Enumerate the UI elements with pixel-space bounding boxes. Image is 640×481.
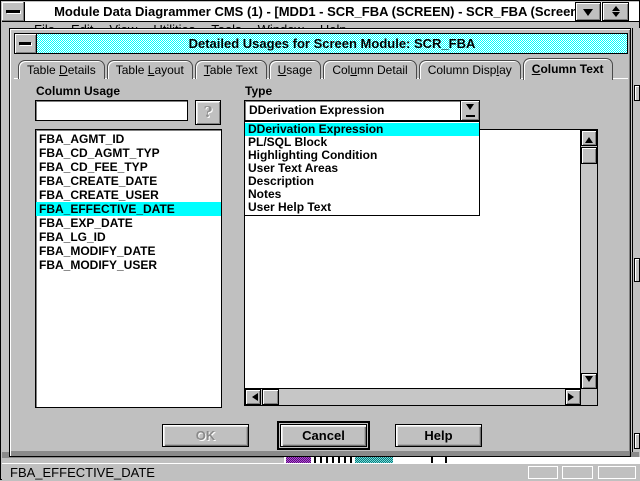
dialog-title: Detailed Usages for Screen Module: SCR_F…: [37, 34, 627, 53]
scroll-down-button[interactable]: [581, 373, 597, 389]
list-item[interactable]: FBA_CD_AGMT_TYP: [36, 146, 221, 160]
cancel-button[interactable]: Cancel: [280, 424, 367, 447]
list-item[interactable]: FBA_CD_FEE_TYP: [36, 160, 221, 174]
list-item[interactable]: FBA_MODIFY_USER: [36, 258, 221, 272]
restore-button[interactable]: [602, 2, 629, 21]
type-combobox[interactable]: DDerivation Expression: [244, 100, 480, 121]
tab[interactable]: Usage: [269, 60, 322, 79]
statusbar-panel: [598, 466, 636, 479]
app-title: Module Data Diagrammer CMS (1) - [MDD1 -…: [2, 2, 639, 22]
triangle-down-icon: [583, 9, 593, 21]
list-item[interactable]: FBA_LG_ID: [36, 230, 221, 244]
arrow-down-icon: [585, 376, 593, 386]
lookup-button[interactable]: ?: [195, 100, 221, 125]
triangle-down-icon: [612, 12, 620, 21]
dropdown-option[interactable]: User Help Text: [245, 201, 479, 214]
help-button[interactable]: Help: [395, 424, 482, 447]
dropdown-arrow-icon: [466, 104, 474, 114]
minimize-button[interactable]: [575, 2, 601, 21]
scroll-up-button[interactable]: [581, 130, 597, 146]
arrow-right-icon: [568, 393, 578, 401]
list-item[interactable]: FBA_EFFECTIVE_DATE: [36, 202, 221, 216]
dialog-titlebar: Detailed Usages for Screen Module: SCR_F…: [14, 33, 628, 54]
dialog-detailed-usages: Detailed Usages for Screen Module: SCR_F…: [9, 28, 631, 457]
column-usage-input[interactable]: [35, 100, 188, 121]
combobox-dropdown-button[interactable]: [460, 101, 479, 120]
tab[interactable]: Table Layout: [107, 60, 193, 79]
tab[interactable]: Table Details: [18, 60, 105, 79]
statusbar-panel: [528, 466, 558, 479]
list-item[interactable]: FBA_CREATE_DATE: [36, 174, 221, 188]
scrollbar-corner: [581, 389, 597, 405]
type-label: Type: [245, 84, 272, 98]
minus-icon: [19, 42, 31, 45]
column-usage-listbox[interactable]: FBA_AGMT_IDFBA_CD_AGMT_TYPFBA_CD_FEE_TYP…: [35, 129, 222, 408]
tab[interactable]: Column Display: [419, 60, 521, 79]
tab[interactable]: Table Text: [195, 60, 267, 79]
ok-button[interactable]: OK: [162, 424, 249, 447]
tab-page-column-text: Column Usage ? FBA_AGMT_IDFBA_CD_AGMT_TY…: [14, 78, 628, 450]
list-item[interactable]: FBA_AGMT_ID: [36, 132, 221, 146]
vertical-scroll-thumb[interactable]: [581, 147, 597, 164]
list-item[interactable]: FBA_MODIFY_DATE: [36, 244, 221, 258]
dropdown-arrow-icon: [466, 115, 475, 117]
column-usage-label: Column Usage: [36, 84, 120, 98]
app-titlebar: Module Data Diagrammer CMS (1) - [MDD1 -…: [2, 2, 639, 22]
background-scrollbar-button: [634, 85, 640, 101]
question-mark-icon: ?: [204, 103, 213, 121]
type-combobox-value: DDerivation Expression: [249, 101, 459, 120]
vertical-scrollbar[interactable]: [580, 130, 597, 389]
tab[interactable]: Column Text: [523, 58, 613, 80]
scroll-right-button[interactable]: [565, 389, 581, 405]
statusbar: FBA_EFFECTIVE_DATE: [2, 463, 640, 480]
statusbar-text: FBA_EFFECTIVE_DATE: [10, 464, 155, 481]
list-item[interactable]: FBA_EXP_DATE: [36, 216, 221, 230]
arrow-up-icon: [585, 133, 593, 143]
tab-strip: Table DetailsTable LayoutTable TextUsage…: [18, 57, 615, 79]
horizontal-scroll-thumb[interactable]: [262, 389, 279, 405]
type-dropdown-list: DDerivation ExpressionPL/SQL BlockHighli…: [244, 121, 480, 216]
background-scrollbar: [632, 28, 640, 457]
horizontal-scrollbar[interactable]: [245, 388, 581, 405]
tab[interactable]: Column Detail: [323, 60, 416, 79]
background-scrollbar-thumb: [634, 258, 640, 282]
triangle-up-icon: [612, 2, 620, 11]
screen: Module Data Diagrammer CMS (1) - [MDD1 -…: [0, 0, 640, 480]
background-scrollbar-button: [634, 433, 640, 449]
list-item[interactable]: FBA_CREATE_USER: [36, 188, 221, 202]
statusbar-panel: [562, 466, 593, 479]
arrow-left-icon: [248, 393, 258, 401]
scroll-left-button[interactable]: [245, 389, 261, 405]
cancel-button-default-ring: Cancel: [277, 421, 370, 450]
dialog-sysmenu-button[interactable]: [15, 34, 37, 53]
